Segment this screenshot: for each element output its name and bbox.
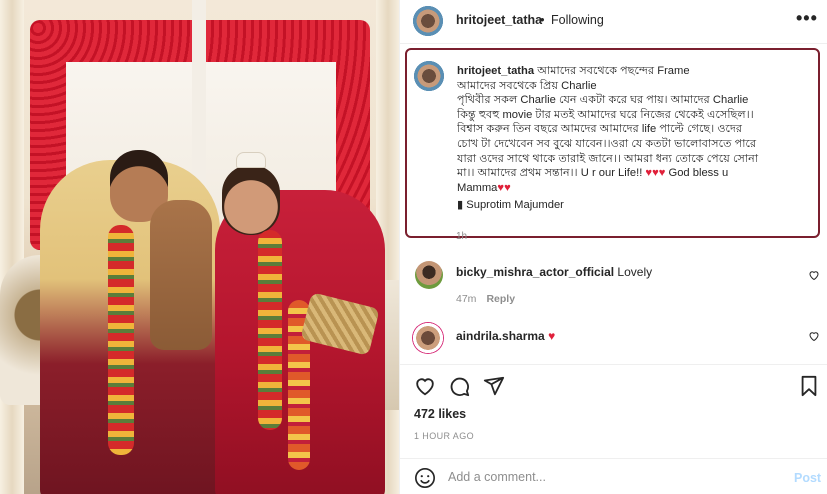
bride-garland xyxy=(258,230,282,430)
comment-body: aindrila.sharma ♥ xyxy=(456,329,555,343)
bride-head xyxy=(222,165,280,235)
save-bookmark-icon[interactable] xyxy=(798,375,820,397)
red-heart-emoji: ♥ xyxy=(548,329,556,343)
like-heart-icon[interactable] xyxy=(414,375,436,397)
caption-timestamp[interactable]: 1h xyxy=(456,231,467,242)
commenter-username[interactable]: bicky_mishra_actor_official xyxy=(456,265,614,279)
comment-body: bicky_mishra_actor_official Lovely xyxy=(456,265,652,279)
share-paper-plane-icon[interactable] xyxy=(483,375,505,397)
add-comment-input[interactable] xyxy=(448,467,778,487)
caption-line-1: hritojeet_tatha আমাদের সবথেকে পছন্দের Fr… xyxy=(457,64,815,79)
red-heart-emoji: ♥ xyxy=(658,167,666,180)
caption-line-5: বিশ্বাস করুন তিন বছরে আমদের আমাদের life … xyxy=(457,123,743,136)
caption-line-2: আমাদের সবথেকে প্রিয় Charlie xyxy=(457,79,597,92)
caption-mamma: Mamma xyxy=(457,181,498,194)
caption-author-avatar[interactable] xyxy=(413,60,445,92)
caption-highlight-box: hritojeet_tatha আমাদের সবথেকে পছন্দের Fr… xyxy=(405,48,820,238)
camera-icon: ▮ xyxy=(457,199,464,212)
curtain-left xyxy=(0,0,24,494)
comment-like-heart-icon[interactable] xyxy=(808,269,820,281)
caption-credit: ▮ Suprotim Majumder xyxy=(457,198,815,213)
caption-blessing: God bless u xyxy=(668,167,729,180)
action-bar xyxy=(400,364,827,404)
commenter-avatar[interactable] xyxy=(415,261,443,289)
more-options-icon[interactable]: ••• xyxy=(796,8,818,29)
add-comment-bar: Post xyxy=(400,458,827,494)
caption-text: hritojeet_tatha আমাদের সবথেকে পছন্দের Fr… xyxy=(457,64,815,213)
comment-row: bicky_mishra_actor_official Lovely 47m Re… xyxy=(400,257,827,315)
commenter-avatar[interactable] xyxy=(412,322,444,354)
caption-username[interactable]: hritojeet_tatha xyxy=(457,65,534,77)
bride-crown xyxy=(236,152,266,168)
caption-line-9: Mamma♥♥ xyxy=(457,181,815,196)
commenter-username[interactable]: aindrila.sharma xyxy=(456,329,545,343)
dog-figure xyxy=(150,200,212,350)
caption-line-1-text: আমাদের সবথেকে পছন্দের Frame xyxy=(537,65,690,77)
emoji-smiley-icon[interactable] xyxy=(414,467,436,489)
comment-meta: 47m Reply xyxy=(456,293,515,305)
comment-like-heart-icon[interactable] xyxy=(808,330,820,342)
likes-count[interactable]: 472 likes xyxy=(414,407,466,421)
caption-line-7: যারা ওদের সাথে থাকে তারাই জানে।। আমরা ধন… xyxy=(457,152,759,165)
caption-line-3: পৃথিবীর সকল Charlie যেন একটা করে ঘর পায়… xyxy=(457,94,749,107)
comment-bubble-icon[interactable] xyxy=(448,375,470,397)
caption-line-4: কিন্তু হুবহু movie টার মতই আমাদের ঘরে নি… xyxy=(457,108,754,121)
red-heart-emoji: ♥ xyxy=(504,181,511,194)
post-timestamp[interactable]: 1 HOUR AGO xyxy=(414,431,474,441)
red-heart-emoji: ♥ xyxy=(652,167,659,180)
photo-credit-name: Suprotim Majumder xyxy=(466,199,564,212)
post-side-panel: hritojeet_tatha • Following ••• hritojee… xyxy=(399,0,827,494)
post-header: hritojeet_tatha • Following ••• xyxy=(400,0,827,44)
comment-row: aindrila.sharma ♥ xyxy=(400,318,827,364)
author-username[interactable]: hritojeet_tatha xyxy=(456,13,542,27)
comment-text: Lovely xyxy=(617,265,653,279)
post-photo[interactable] xyxy=(0,0,399,494)
following-button[interactable]: Following xyxy=(551,13,604,27)
post-comment-button[interactable]: Post xyxy=(794,471,821,485)
author-avatar[interactable] xyxy=(412,5,444,37)
reply-button[interactable]: Reply xyxy=(486,293,515,305)
caption-line-6: চোখ টা দেখেবেন সব বুঝে যাবেন।।ওরা যে কতট… xyxy=(457,137,757,150)
caption-line-8: মা।। আমাদের প্রথম সন্তান।। U r our Life!… xyxy=(457,166,815,181)
caption-line-8-text: মা।। আমাদের প্রথম সন্তান।। U r our Life!… xyxy=(457,167,643,180)
comment-time[interactable]: 47m xyxy=(456,293,476,305)
groom-garland xyxy=(108,225,134,455)
header-separator: • xyxy=(540,12,545,27)
